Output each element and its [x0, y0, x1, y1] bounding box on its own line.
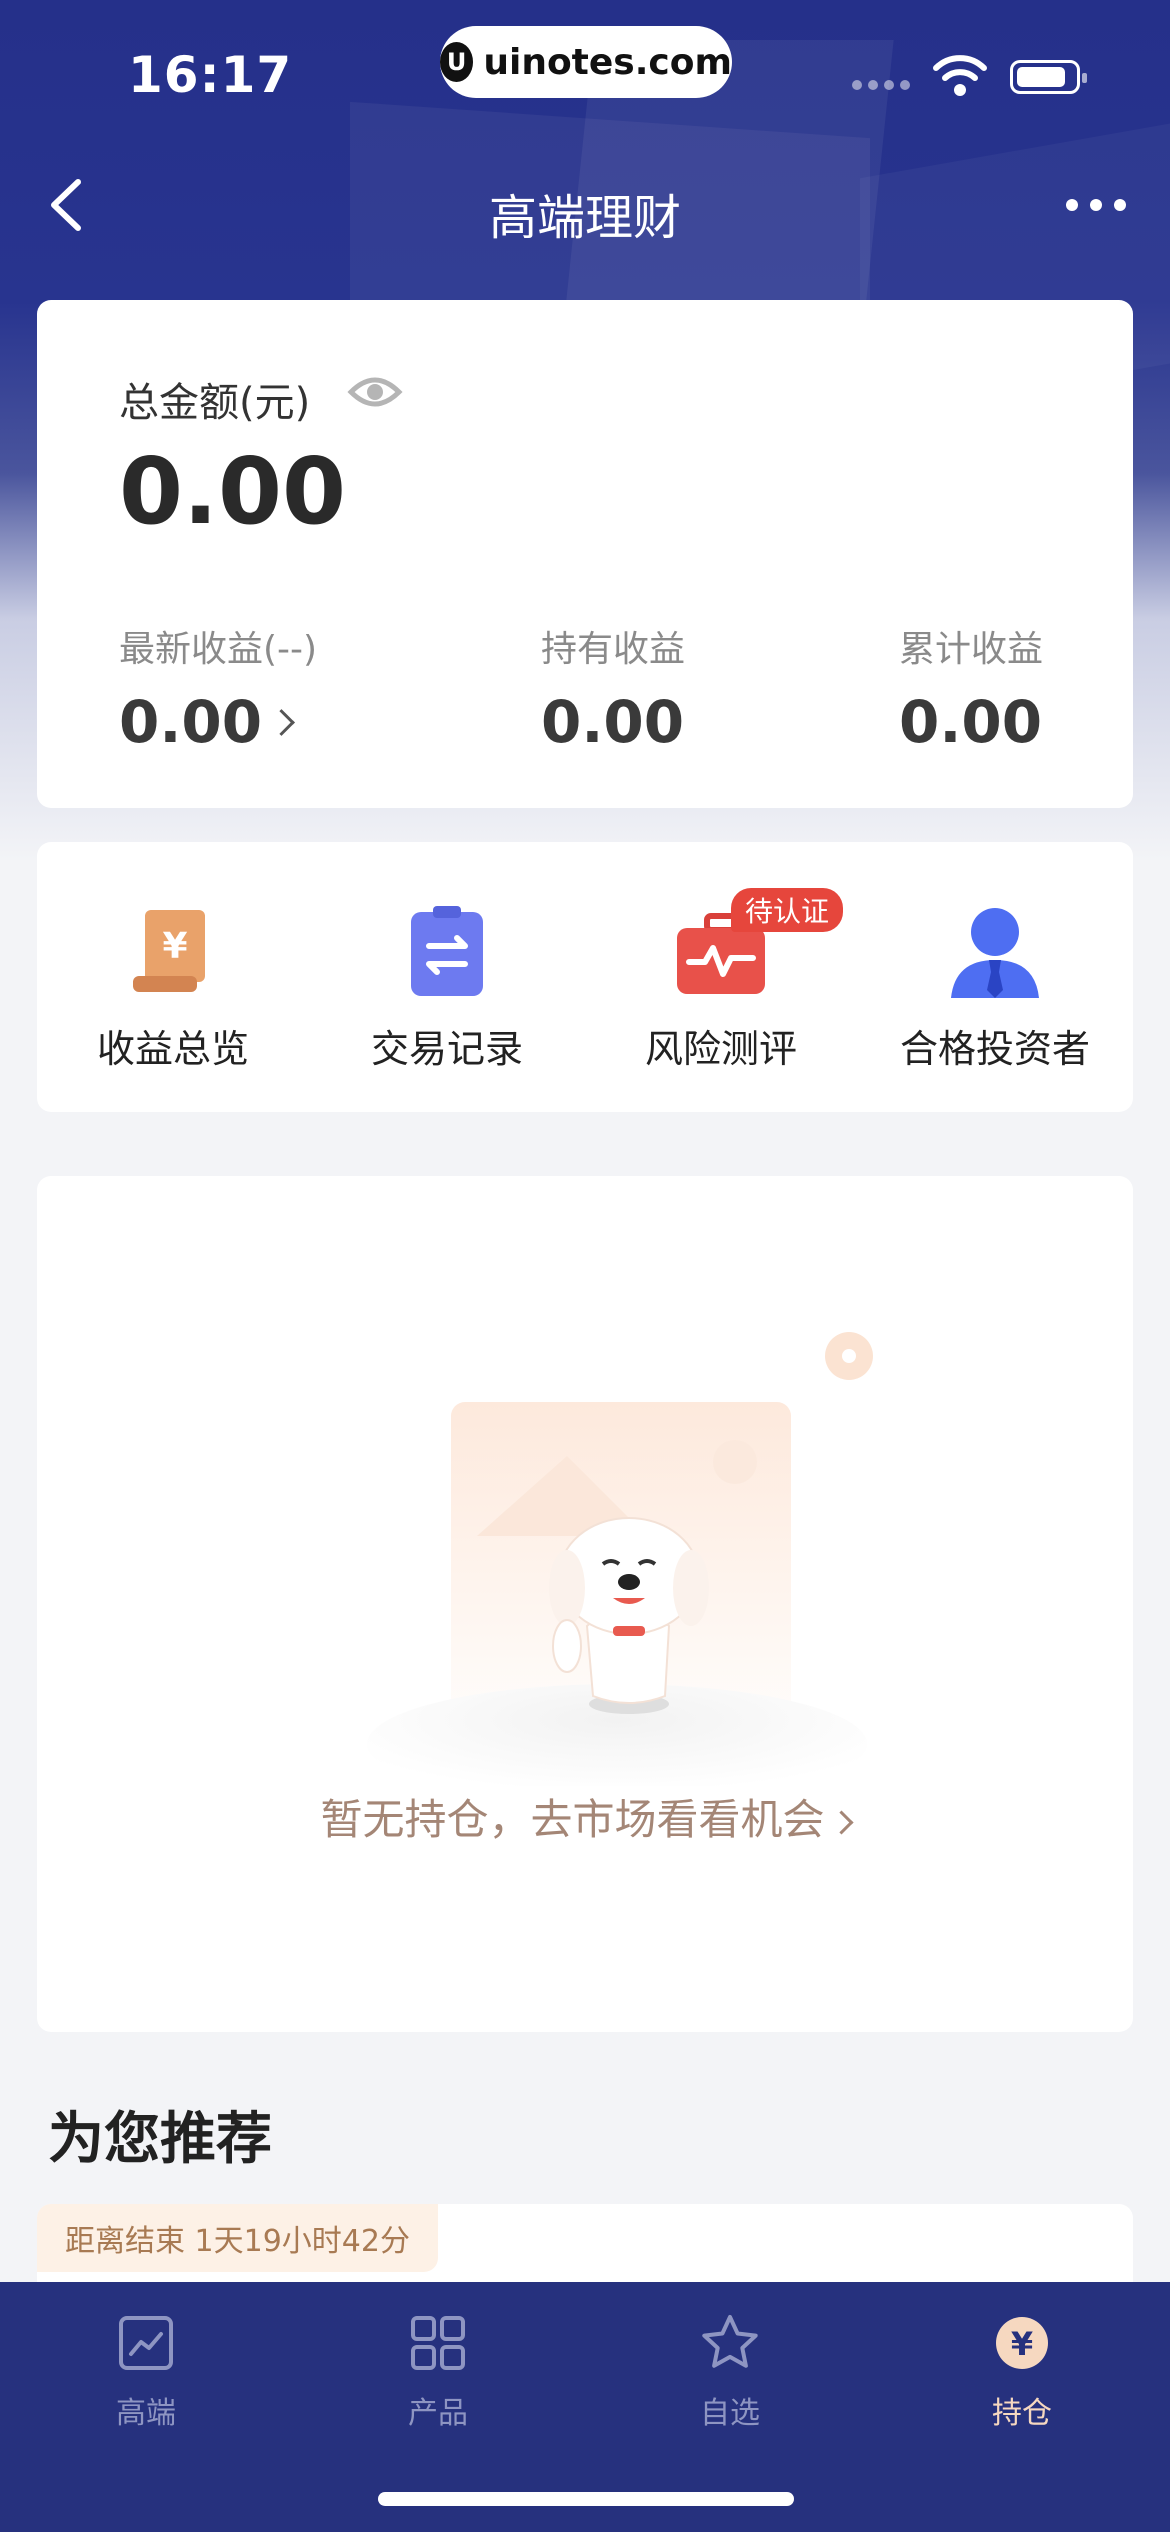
yen-coin-icon: ¥ [996, 2317, 1048, 2369]
tab-watchlist[interactable]: 自选 [630, 2312, 830, 2432]
holding-earnings: 持有收益 0.00 [541, 620, 685, 756]
tab-high-end[interactable]: 高端 [46, 2312, 246, 2432]
investor-person-icon [951, 908, 1039, 998]
tab-products[interactable]: 产品 [338, 2312, 538, 2432]
cumulative-earnings: 累计收益 0.00 [899, 620, 1043, 756]
status-time: 16:17 [128, 46, 293, 104]
cumulative-earnings-value: 0.00 [899, 688, 1043, 756]
tab-label: 产品 [408, 2396, 468, 2431]
action-qualified-investor[interactable]: 合格投资者 [875, 902, 1115, 1073]
chart-trend-icon [119, 2316, 173, 2370]
action-earnings-overview[interactable]: ¥ 收益总览 [53, 902, 293, 1073]
more-icon[interactable] [1066, 185, 1146, 225]
svg-text:¥: ¥ [162, 926, 187, 967]
empty-holdings-text: 暂无持仓，去市场看看机会 [320, 1795, 825, 1844]
chevron-right-icon [828, 1810, 854, 1835]
empty-holdings-card: 暂无持仓，去市场看看机会 [37, 1176, 1133, 2032]
quick-actions-card: ¥ 收益总览 交易记录 风险测评 待认证 合格投资者 [37, 842, 1133, 1112]
receipt-yen-icon: ¥ [133, 910, 205, 992]
recommend-product-card[interactable]: 距离结束 1天19小时42分 [37, 2204, 1133, 2284]
action-label: 风险测评 [644, 1027, 797, 1071]
latest-earnings-value: 0.00 [119, 688, 263, 756]
pending-verification-badge: 待认证 [731, 888, 844, 932]
url-text: uinotes.com [483, 41, 732, 83]
grid-icon [411, 2316, 465, 2370]
chevron-right-icon [268, 708, 296, 736]
asset-summary-card: 总金额(元) 0.00 最新收益(--) 0.00 持有收益 0.00 累计收益… [37, 300, 1133, 808]
star-icon [702, 2315, 758, 2368]
site-logo-icon: U [440, 42, 474, 82]
url-pill: U uinotes.com [440, 26, 732, 98]
clipboard-transfer-icon [411, 906, 483, 996]
eye-icon[interactable] [347, 370, 403, 414]
recommend-section-title: 为您推荐 [48, 2107, 272, 2172]
latest-earnings-label: 最新收益(--) [119, 629, 318, 670]
empty-state-mascot-icon [367, 1332, 873, 1786]
browse-market-link[interactable]: 暂无持仓，去市场看看机会 [37, 1786, 1133, 1847]
action-label: 合格投资者 [899, 1027, 1090, 1071]
battery-icon [1010, 60, 1087, 94]
cumulative-earnings-label: 累计收益 [899, 629, 1044, 670]
action-label: 交易记录 [370, 1027, 523, 1071]
page-title: 高端理财 [488, 190, 681, 246]
signal-icon [852, 80, 910, 90]
total-amount-label: 总金额(元) [119, 380, 311, 426]
svg-text:¥: ¥ [1011, 2325, 1033, 2363]
tab-holdings[interactable]: ¥ 持仓 [922, 2312, 1122, 2432]
holding-earnings-label: 持有收益 [541, 629, 686, 670]
countdown-badge: 距离结束 1天19小时42分 [37, 2204, 438, 2272]
latest-earnings[interactable]: 最新收益(--) 0.00 [119, 620, 317, 756]
total-amount-value: 0.00 [119, 438, 346, 545]
tab-label: 持仓 [992, 2396, 1052, 2431]
status-bar: 16:17 U uinotes.com [0, 0, 1170, 150]
action-label: 收益总览 [96, 1027, 249, 1071]
action-transaction-records[interactable]: 交易记录 [327, 902, 567, 1073]
tab-label: 自选 [700, 2396, 760, 2431]
home-indicator [378, 2492, 794, 2506]
holding-earnings-value: 0.00 [541, 688, 685, 756]
wifi-icon [933, 55, 987, 96]
tab-label: 高端 [116, 2396, 176, 2431]
